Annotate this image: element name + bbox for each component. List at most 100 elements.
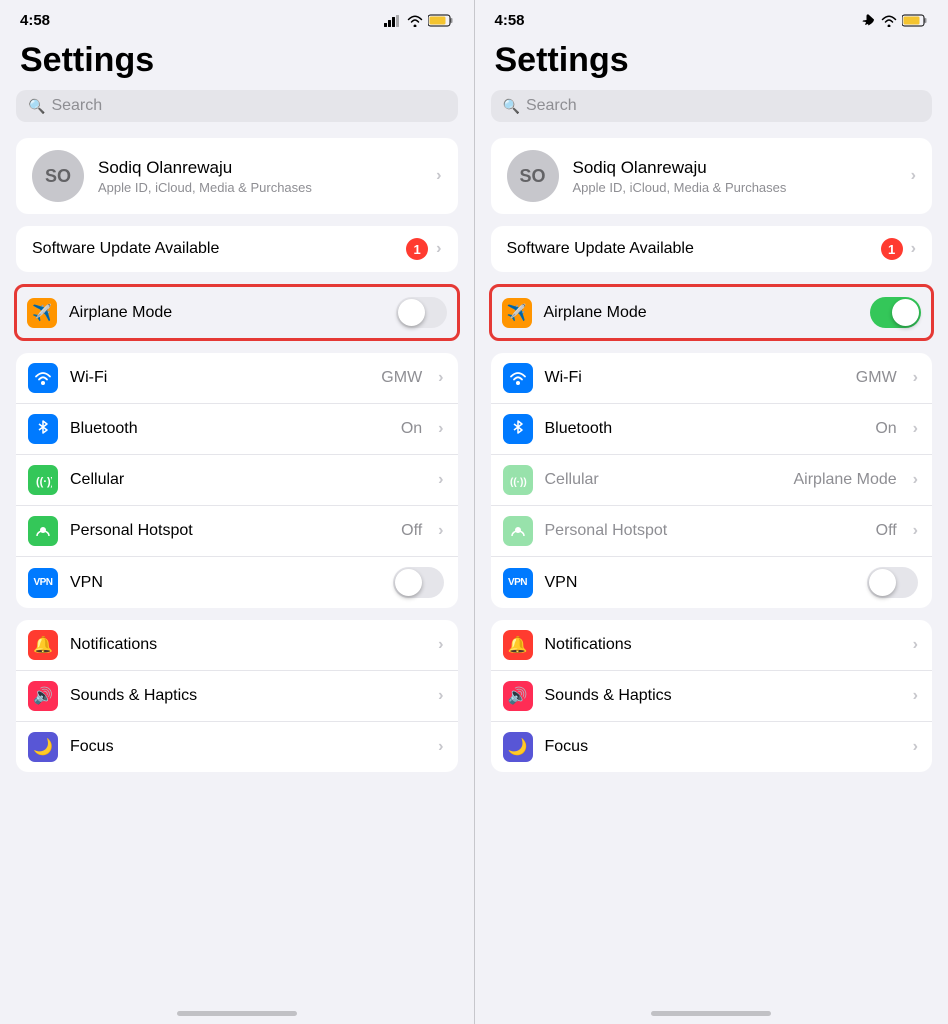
profile-row-right[interactable]: SO Sodiq Olanrewaju Apple ID, iCloud, Me… <box>491 138 933 214</box>
network-section-right: Wi-Fi GMW › Bluetooth On › ((·)) Cellula… <box>491 353 933 608</box>
status-icons-left <box>384 14 454 27</box>
network-section-left: Wi-Fi GMW › Bluetooth On › ((·)) Cellula… <box>16 353 458 608</box>
airplane-mode-highlight-left: ✈️ Airplane Mode <box>14 284 460 341</box>
profile-row-left[interactable]: SO Sodiq Olanrewaju Apple ID, iCloud, Me… <box>16 138 458 214</box>
airplane-mode-toggle-right[interactable] <box>870 297 921 328</box>
home-indicator-left <box>177 1011 297 1016</box>
battery-status-icon <box>428 14 454 27</box>
status-time-right: 4:58 <box>495 12 525 29</box>
profile-info-right: Sodiq Olanrewaju Apple ID, iCloud, Media… <box>573 158 897 195</box>
status-bar-left: 4:58 <box>0 0 474 33</box>
wifi-status-icon <box>407 15 423 27</box>
focus-icon-left: 🌙 <box>28 732 58 762</box>
focus-chevron-left: › <box>438 738 443 756</box>
hotspot-row-right[interactable]: Personal Hotspot Off › <box>491 505 933 556</box>
update-row-right[interactable]: Software Update Available 1 › <box>491 226 933 272</box>
svg-text:((·)): ((·)) <box>510 477 527 488</box>
wifi-label-left: Wi-Fi <box>70 369 369 387</box>
airplane-mode-row-left[interactable]: ✈️ Airplane Mode <box>17 287 457 338</box>
update-card-left[interactable]: Software Update Available 1 › <box>16 226 458 272</box>
toggle-knob-right <box>892 299 919 326</box>
vpn-toggle-left[interactable] <box>393 567 444 598</box>
profile-subtitle-right: Apple ID, iCloud, Media & Purchases <box>573 180 897 195</box>
hotspot-row-left[interactable]: Personal Hotspot Off › <box>16 505 458 556</box>
wifi-icon-left <box>28 363 58 393</box>
update-label-right: Software Update Available <box>507 240 873 258</box>
airplane-mode-icon-right: ✈️ <box>502 298 532 328</box>
battery-status-icon-right <box>902 14 928 27</box>
svg-text:((·)): ((·)) <box>36 476 52 488</box>
toggle-knob-left <box>398 299 425 326</box>
settings-title-right: Settings <box>475 33 948 90</box>
sounds-label-right: Sounds & Haptics <box>545 687 901 705</box>
left-panel: 4:58 Settings 🔍 <box>0 0 474 1024</box>
search-bar-right[interactable]: 🔍 Search <box>491 90 933 122</box>
notifications-label-right: Notifications <box>545 636 901 654</box>
airplane-mode-row-right[interactable]: ✈️ Airplane Mode <box>492 287 932 338</box>
bluetooth-chevron-left: › <box>438 420 443 438</box>
cellular-label-left: Cellular <box>70 471 410 489</box>
bluetooth-icon-left <box>28 414 58 444</box>
wifi-value-right: GMW <box>856 369 897 387</box>
notifications-row-left[interactable]: 🔔 Notifications › <box>16 620 458 670</box>
update-card-right[interactable]: Software Update Available 1 › <box>491 226 933 272</box>
wifi-row-right[interactable]: Wi-Fi GMW › <box>491 353 933 403</box>
hotspot-value-left: Off <box>401 522 422 540</box>
wifi-status-icon-right <box>881 15 897 27</box>
notifications-chevron-right: › <box>913 636 918 654</box>
cellular-label-right: Cellular <box>545 471 782 489</box>
airplane-mode-toggle-left[interactable] <box>396 297 447 328</box>
airplane-mode-label-right: Airplane Mode <box>544 304 859 322</box>
profile-card-right[interactable]: SO Sodiq Olanrewaju Apple ID, iCloud, Me… <box>491 138 933 214</box>
wifi-chevron-left: › <box>438 369 443 387</box>
focus-chevron-right: › <box>913 738 918 756</box>
focus-row-left[interactable]: 🌙 Focus › <box>16 721 458 772</box>
profile-name-left: Sodiq Olanrewaju <box>98 158 422 178</box>
wifi-row-left[interactable]: Wi-Fi GMW › <box>16 353 458 403</box>
bluetooth-icon-right <box>503 414 533 444</box>
wifi-icon-right <box>503 363 533 393</box>
update-row-left[interactable]: Software Update Available 1 › <box>16 226 458 272</box>
vpn-toggle-knob-left <box>395 569 422 596</box>
update-label-left: Software Update Available <box>32 240 398 258</box>
notifications-row-right[interactable]: 🔔 Notifications › <box>491 620 933 670</box>
hotspot-chevron-left: › <box>438 522 443 540</box>
general-section-right: 🔔 Notifications › 🔊 Sounds & Haptics › 🌙… <box>491 620 933 772</box>
notifications-chevron-left: › <box>438 636 443 654</box>
vpn-toggle-right[interactable] <box>867 567 918 598</box>
sounds-chevron-left: › <box>438 687 443 705</box>
cellular-icon-right: ((·)) <box>503 465 533 495</box>
vpn-icon-right: VPN <box>503 568 533 598</box>
vpn-toggle-knob-right <box>869 569 896 596</box>
bluetooth-row-right[interactable]: Bluetooth On › <box>491 403 933 454</box>
focus-row-right[interactable]: 🌙 Focus › <box>491 721 933 772</box>
vpn-row-right[interactable]: VPN VPN <box>491 556 933 608</box>
settings-title-left: Settings <box>0 33 474 90</box>
bluetooth-label-right: Bluetooth <box>545 420 864 438</box>
bluetooth-label-left: Bluetooth <box>70 420 389 438</box>
sounds-icon-right: 🔊 <box>503 681 533 711</box>
bluetooth-row-left[interactable]: Bluetooth On › <box>16 403 458 454</box>
sounds-row-right[interactable]: 🔊 Sounds & Haptics › <box>491 670 933 721</box>
cellular-icon-left: ((·)) <box>28 465 58 495</box>
profile-name-right: Sodiq Olanrewaju <box>573 158 897 178</box>
cellular-row-right[interactable]: ((·)) Cellular Airplane Mode › <box>491 454 933 505</box>
hotspot-label-right: Personal Hotspot <box>545 522 864 540</box>
home-indicator-right <box>651 1011 771 1016</box>
sounds-row-left[interactable]: 🔊 Sounds & Haptics › <box>16 670 458 721</box>
profile-subtitle-left: Apple ID, iCloud, Media & Purchases <box>98 180 422 195</box>
profile-card-left[interactable]: SO Sodiq Olanrewaju Apple ID, iCloud, Me… <box>16 138 458 214</box>
update-chevron-left: › <box>436 240 441 258</box>
profile-info-left: Sodiq Olanrewaju Apple ID, iCloud, Media… <box>98 158 422 195</box>
vpn-row-left[interactable]: VPN VPN <box>16 556 458 608</box>
search-bar-left[interactable]: 🔍 Search <box>16 90 458 122</box>
update-chevron-right: › <box>911 240 916 258</box>
airplane-mode-label-left: Airplane Mode <box>69 304 384 322</box>
profile-chevron-right: › <box>911 167 916 185</box>
bluetooth-value-right: On <box>875 420 896 438</box>
cellular-row-left[interactable]: ((·)) Cellular › <box>16 454 458 505</box>
bluetooth-value-left: On <box>401 420 422 438</box>
sounds-label-left: Sounds & Haptics <box>70 687 426 705</box>
hotspot-label-left: Personal Hotspot <box>70 522 389 540</box>
hotspot-icon-left <box>28 516 58 546</box>
